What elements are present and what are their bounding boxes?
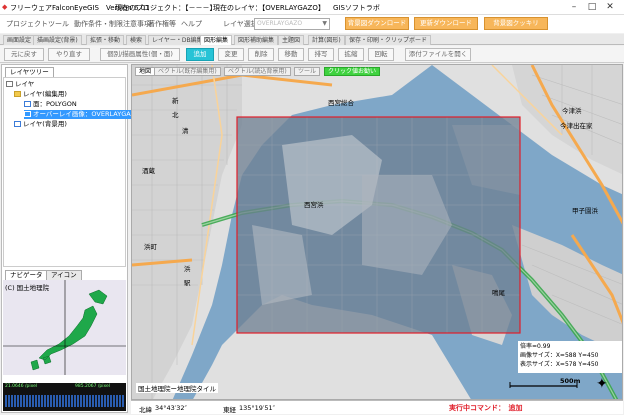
rotate-button[interactable]: 回転 <box>368 48 394 61</box>
layer-icon <box>14 121 21 127</box>
latitude-label: 北緯 <box>139 406 152 414</box>
map-label-hamamachi: 浜町 <box>144 243 157 251</box>
scale-button[interactable]: 拡縮 <box>338 48 364 61</box>
map-tab-tool[interactable]: ツール <box>294 67 321 76</box>
menu-project[interactable]: プロジェクト <box>6 19 48 29</box>
tab-layer-db-edit[interactable]: レイヤー・DB編集 <box>148 35 207 45</box>
map-view[interactable]: 地図 ベクトル(既存編集用) ベクトル(読込背景用) ツール クリック値お勧い … <box>131 64 623 400</box>
background-sharpen-button[interactable]: 背景図クッキリ <box>484 17 548 30</box>
map-label-nishitomi: 西宮総合 <box>328 99 354 107</box>
attribute-button[interactable]: 個別/描画属性(個・面) <box>100 48 180 61</box>
tab-save-print[interactable]: 保存・印刷・クリップボード <box>345 35 432 45</box>
layer-icon <box>24 101 31 107</box>
longitude-value: 135°19′51″ <box>239 404 276 412</box>
tab-screen-settings[interactable]: 画面設定 <box>3 35 36 45</box>
close-icon[interactable]: ✕ <box>602 1 618 13</box>
tree-background-group[interactable]: レイヤ(背景用) <box>14 120 67 129</box>
info-display-size: 表示サイズ：X=578 Y=450 <box>520 361 599 368</box>
undo-button[interactable]: 元に戻す <box>4 48 44 61</box>
app-icon: ◆ <box>2 3 8 11</box>
folder-icon <box>6 81 13 87</box>
navigator-map[interactable]: (C) 国土地理院 <box>3 280 126 375</box>
maximize-icon[interactable]: □ <box>584 1 600 13</box>
coord-right: 985.2067 /pixel <box>75 384 111 389</box>
tab-icon[interactable]: アイコン <box>46 270 82 280</box>
map-label-imazu-minami: 今津浜 <box>562 107 582 115</box>
background-download-button[interactable]: 背景図ダウンロード <box>345 17 409 30</box>
minimize-icon[interactable]: – <box>566 1 582 13</box>
tab-zoom-move[interactable]: 拡張・移動 <box>86 35 125 45</box>
coord-left: 21.0646 /pixel <box>5 384 38 389</box>
map-label-sake: 酒蔵 <box>142 167 155 175</box>
tab-shape-edit[interactable]: 図形編集 <box>200 35 233 45</box>
japan-map-icon <box>3 280 126 375</box>
menu-help[interactable]: ヘルプ <box>181 19 202 29</box>
edit-toolbar: 元に戻す やり直す 個別/描画属性(個・面) 追加 変更 削除 移動 排写 拡縮… <box>0 46 624 63</box>
tab-shape-aux-edit[interactable]: 図形補助編集 <box>234 35 279 45</box>
menu-copyright[interactable]: 著作権等 <box>148 19 176 29</box>
layer-select-label: レイヤ選択 <box>223 20 258 28</box>
map-label-eki: 駅 <box>184 279 191 287</box>
menu-conditions[interactable]: 動作条件・制限注意事項 <box>74 19 151 29</box>
tab-search[interactable]: 検索 <box>126 35 147 45</box>
tab-navigator[interactable]: ナビゲータ <box>5 270 48 280</box>
info-image-size: 画像サイズ：X=588 Y=450 <box>520 352 599 359</box>
move-button[interactable]: 移動 <box>278 48 304 61</box>
status-bar: 北緯 34°43′32″ 東経 135°19′51″ 実行中コマンド： 追加 <box>131 400 623 414</box>
tree-root[interactable]: レイヤ <box>6 80 34 89</box>
command-status: 実行中コマンド： 追加 <box>449 404 523 412</box>
update-download-button[interactable]: 更新ダウンロード <box>414 17 478 30</box>
tab-draw-settings[interactable]: 描画設定(背景) <box>33 35 82 45</box>
map-label-nishinomiya: 西宮浜 <box>304 201 324 209</box>
map-label-tsuru: 鳴尾 <box>492 289 505 297</box>
map-label-kita: 北 <box>172 111 179 119</box>
signal-bar <box>5 395 124 407</box>
layer-icon <box>24 111 31 117</box>
folder-icon <box>14 91 21 97</box>
open-attachment-button[interactable]: 添付ファイルを開く <box>405 48 471 61</box>
layer-select-value: OVERLAYGAZO <box>257 20 303 27</box>
current-layer: 現在のレイヤ：【OVERLAYGAZO】 <box>213 4 325 12</box>
image-info-box: 倍率=0.99 画像サイズ：X=588 Y=450 表示サイズ：X=578 Y=… <box>518 341 622 373</box>
map-attribution: 国土地理院ー地理院タイル <box>136 383 218 393</box>
menu-tool[interactable]: ツール <box>48 19 69 29</box>
redo-button[interactable]: やり直す <box>48 48 90 61</box>
tree-polygon-layer[interactable]: 面：POLYGON <box>24 100 77 109</box>
title-bar: ◆ フリーウェアFalconEyeGIS Version 6.01 現在のプロジ… <box>0 0 624 15</box>
map-tab-map[interactable]: 地図 <box>135 67 156 76</box>
info-ratio: 倍率=0.99 <box>520 343 551 350</box>
map-label-shin: 新 <box>172 97 179 105</box>
map-tab-vector-bg[interactable]: ベクトル(読込背景用) <box>224 67 291 76</box>
scale-label: 500m <box>560 377 581 385</box>
latitude-value: 34°43′32″ <box>155 404 187 412</box>
map-tab-vector-edit[interactable]: ベクトル(既存編集用) <box>154 67 221 76</box>
tab-thematic[interactable]: 主題図 <box>278 35 305 45</box>
chevron-down-icon: ▼ <box>322 20 327 27</box>
map-label-hama: 浜 <box>184 265 191 273</box>
delete-button[interactable]: 削除 <box>248 48 274 61</box>
layer-tree: レイヤ レイヤ(編集用) 面：POLYGON オーバーレイ画像：OVERLAYG… <box>3 77 141 267</box>
map-label-imazu: 今津出在家 <box>560 122 593 130</box>
layer-panel: レイヤツリー レイヤ レイヤ(編集用) 面：POLYGON オーバーレイ画像：O… <box>1 64 141 413</box>
modify-button[interactable]: 変更 <box>218 48 244 61</box>
add-button[interactable]: 追加 <box>186 48 214 61</box>
layer-select[interactable]: OVERLAYGAZO ▼ <box>254 18 330 30</box>
tree-edit-group[interactable]: レイヤ(編集用) <box>14 90 67 99</box>
map-label-kiyo: 清 <box>182 127 189 135</box>
ribbon-tabs: 画面設定 描画設定(背景) 拡張・移動 検索 レイヤー・DB編集 図形編集 図形… <box>0 34 624 45</box>
tree-overlay-layer[interactable]: オーバーレイ画像：OVERLAYGAZO <box>24 110 141 119</box>
coordinate-readout: 21.0646 /pixel 985.2067 /pixel <box>3 383 126 411</box>
map-label-kakihama: 甲子園浜 <box>572 207 598 215</box>
tab-calculation[interactable]: 計算(図形) <box>308 35 345 45</box>
current-project: 現在のプロジェクト：【－－－】 <box>115 4 217 12</box>
tab-layer-tree[interactable]: レイヤツリー <box>5 67 54 77</box>
compass-icon: ✦ <box>596 376 608 392</box>
sort-button[interactable]: 排写 <box>308 48 334 61</box>
vendor-name: GISソフトラボ <box>333 4 380 12</box>
longitude-label: 東経 <box>223 406 236 414</box>
map-tab-green[interactable]: クリック値お勧い <box>324 67 381 76</box>
